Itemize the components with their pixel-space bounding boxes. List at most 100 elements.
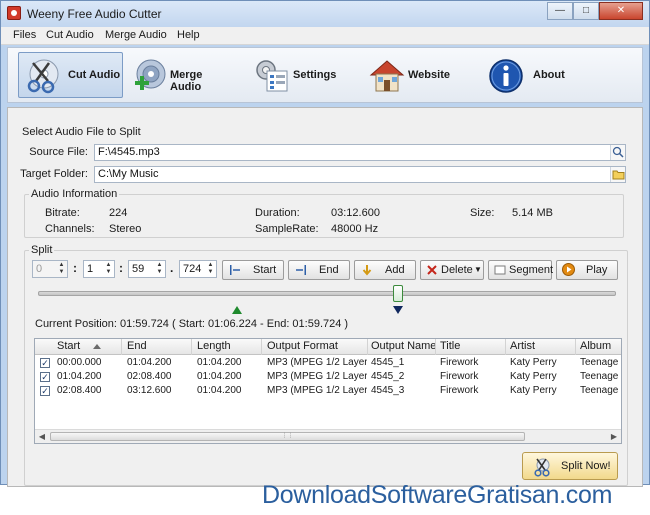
sort-ascending-icon	[93, 344, 101, 349]
segment-list[interactable]: Start End Length Output Format Output Na…	[34, 338, 622, 444]
table-row[interactable]: ✓ 01:04.200 02:08.400 01:04.200 MP3 (MPE…	[35, 370, 621, 384]
start-button[interactable]: Start	[222, 260, 284, 280]
minimize-icon[interactable]: —	[547, 2, 573, 20]
main-toolbar: Cut Audio Merge Audio Settings Website A…	[7, 47, 643, 103]
merge-audio-button[interactable]: Merge Audio	[126, 52, 236, 98]
title-bar[interactable]: Weeny Free Audio Cutter — □ ✕	[1, 1, 649, 27]
select-file-title: Select Audio File to Split	[22, 126, 141, 138]
col-separator[interactable]	[575, 339, 576, 355]
website-button[interactable]: Website	[363, 52, 463, 98]
settings-button[interactable]: Settings	[246, 52, 346, 98]
play-label: Play	[586, 264, 608, 276]
segment-button[interactable]: Segment	[488, 260, 554, 280]
col-start[interactable]: Start	[57, 340, 80, 352]
minutes-spinner[interactable]: 1 ▲ ▼	[83, 260, 115, 278]
millis-spinner[interactable]: 724 ▲ ▼	[179, 260, 217, 278]
maximize-icon[interactable]: □	[573, 2, 599, 20]
samplerate-value: 48000 Hz	[331, 223, 379, 235]
delete-button[interactable]: Delete ▼	[420, 260, 484, 280]
col-title[interactable]: Title	[440, 340, 460, 352]
row-start: 00:00.000	[57, 357, 102, 368]
window-controls: — □ ✕	[547, 2, 643, 20]
target-folder-input[interactable]: C:\My Music	[94, 166, 626, 183]
menu-files[interactable]: Files	[13, 29, 36, 41]
col-album[interactable]: Album	[580, 340, 611, 352]
start-marker-icon	[230, 265, 240, 275]
target-folder-value: C:\My Music	[98, 168, 159, 180]
menu-help[interactable]: Help	[177, 29, 200, 41]
samplerate-label: SampleRate:	[255, 223, 319, 235]
col-separator[interactable]	[435, 339, 436, 355]
split-now-button[interactable]: Split Now!	[522, 452, 618, 480]
position-slider-track[interactable]	[38, 291, 616, 296]
col-end[interactable]: End	[127, 340, 147, 352]
row-output-name: 4545_1	[371, 357, 405, 368]
millis-spin-icon[interactable]: ▲ ▼	[206, 262, 215, 276]
table-row[interactable]: ✓ 02:08.400 03:12.600 01:04.200 MP3 (MPE…	[35, 384, 621, 398]
duration-label: Duration:	[255, 207, 300, 219]
row-checkbox[interactable]: ✓	[40, 386, 50, 396]
main-panel: Select Audio File to Split Source File: …	[7, 107, 643, 487]
row-checkbox[interactable]: ✓	[40, 372, 50, 382]
merge-cd-icon	[135, 59, 166, 90]
add-button[interactable]: Add	[354, 260, 416, 280]
row-output-format: MP3 (MPEG 1/2 Layer 3)	[267, 371, 367, 382]
row-start: 02:08.400	[57, 385, 102, 396]
minutes-spin-icon[interactable]: ▲ ▼	[104, 262, 113, 276]
horizontal-scrollbar[interactable]: ◀ ⋮⋮ ▶	[35, 429, 621, 443]
position-slider-thumb[interactable]	[393, 285, 404, 302]
menu-bar: Files Cut Audio Merge Audio Help	[1, 27, 649, 45]
scroll-left-icon[interactable]: ◀	[35, 430, 49, 443]
hours-spin-icon[interactable]: ▲ ▼	[57, 262, 66, 276]
row-output-name: 4545_3	[371, 385, 405, 396]
time-dot: .	[170, 261, 174, 275]
col-artist[interactable]: Artist	[510, 340, 535, 352]
settings-gear-icon	[256, 60, 288, 92]
close-icon[interactable]: ✕	[599, 2, 643, 20]
size-value: 5.14 MB	[512, 207, 553, 219]
row-checkbox[interactable]: ✓	[40, 358, 50, 368]
row-output-format: MP3 (MPEG 1/2 Layer 3)	[267, 385, 367, 396]
delete-label: Delete	[441, 264, 473, 276]
delete-x-icon	[427, 265, 437, 275]
row-end: 03:12.600	[127, 385, 172, 396]
col-length[interactable]: Length	[197, 340, 231, 352]
seconds-spinner[interactable]: 59 ▲ ▼	[128, 260, 166, 278]
hours-spinner[interactable]: 0 ▲ ▼	[32, 260, 68, 278]
end-button[interactable]: End	[288, 260, 350, 280]
segment-label: Segment	[509, 264, 554, 276]
cut-audio-button[interactable]: Cut Audio	[18, 52, 123, 98]
source-file-value: F:\4545.mp3	[98, 146, 160, 158]
delete-dropdown-icon[interactable]: ▼	[474, 261, 482, 279]
col-output-name[interactable]: Output Name	[371, 340, 436, 352]
col-separator[interactable]	[505, 339, 506, 355]
menu-cut-audio[interactable]: Cut Audio	[46, 29, 94, 41]
hours-value: 0	[36, 263, 43, 275]
play-icon	[562, 263, 575, 276]
row-end: 01:04.200	[127, 357, 172, 368]
start-marker-icon[interactable]	[231, 306, 242, 314]
row-album: Teenage D	[580, 371, 621, 382]
play-button[interactable]: Play	[556, 260, 618, 280]
scrollbar-thumb[interactable]: ⋮⋮	[50, 432, 525, 441]
col-separator[interactable]	[367, 339, 368, 355]
end-marker-icon[interactable]	[393, 306, 404, 314]
website-label: Website	[408, 69, 450, 81]
browse-folder-icon[interactable]	[610, 167, 625, 182]
add-label: Add	[385, 264, 405, 276]
menu-merge-audio[interactable]: Merge Audio	[105, 29, 167, 41]
source-file-input[interactable]: F:\4545.mp3	[94, 144, 626, 161]
col-separator[interactable]	[191, 339, 192, 355]
scroll-right-icon[interactable]: ▶	[607, 430, 621, 443]
row-artist: Katy Perry	[510, 385, 557, 396]
col-separator[interactable]	[121, 339, 122, 355]
col-output-format[interactable]: Output Format	[267, 340, 338, 352]
seconds-value: 59	[132, 263, 145, 275]
about-label: About	[533, 69, 565, 81]
browse-file-icon[interactable]	[610, 145, 625, 160]
about-button[interactable]: About	[482, 52, 582, 98]
add-arrow-icon	[362, 265, 372, 276]
table-row[interactable]: ✓ 00:00.000 01:04.200 01:04.200 MP3 (MPE…	[35, 356, 621, 370]
seconds-spin-icon[interactable]: ▲ ▼	[155, 262, 164, 276]
col-separator[interactable]	[261, 339, 262, 355]
